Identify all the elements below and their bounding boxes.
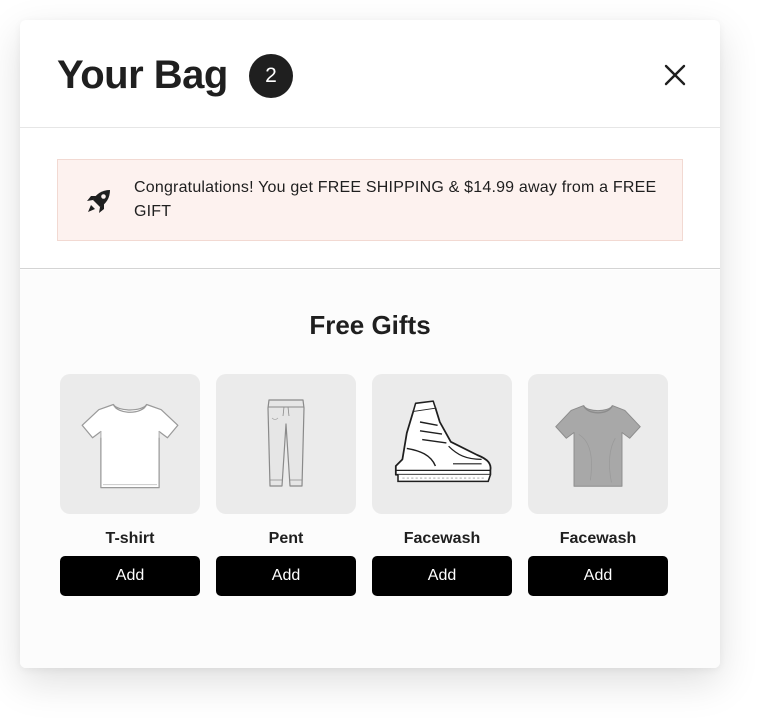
tshirt-icon — [81, 403, 179, 489]
gift-name: T-shirt — [105, 530, 155, 547]
gift-image-pants — [216, 374, 356, 514]
cart-header: Your Bag 2 — [20, 20, 720, 128]
gift-grid: T-shirt Add Pent Add Facewash Add Facewa… — [60, 374, 668, 596]
cart-drawer: Your Bag 2 Congratulations! You get FREE… — [20, 20, 720, 668]
add-gift-button[interactable]: Add — [528, 556, 668, 596]
gift-card: Pent Add — [216, 374, 356, 596]
gift-name: Pent — [268, 530, 304, 547]
gift-name: Facewash — [403, 530, 481, 547]
close-button[interactable] — [660, 60, 690, 90]
free-gifts-title: Free Gifts — [309, 310, 431, 340]
gift-image-sneaker — [372, 374, 512, 514]
banner-message: Congratulations! You get FREE SHIPPING &… — [134, 179, 657, 220]
item-count-badge: 2 — [249, 54, 293, 98]
gift-card: T-shirt Add — [60, 374, 200, 596]
add-gift-button[interactable]: Add — [372, 556, 512, 596]
free-gifts-section: Free Gifts T-shirt Add Pent Add Facewash… — [20, 270, 720, 668]
tshirt-icon — [555, 405, 641, 487]
free-shipping-banner: Congratulations! You get FREE SHIPPING &… — [57, 159, 683, 241]
shipping-progress-section: Congratulations! You get FREE SHIPPING &… — [20, 128, 720, 269]
gift-card: Facewash Add — [372, 374, 512, 596]
close-icon — [664, 64, 686, 86]
gift-name: Facewash — [559, 530, 637, 547]
pants-icon — [267, 399, 305, 487]
cart-title: Your Bag — [57, 53, 228, 97]
gift-image-tshirt — [60, 374, 200, 514]
sneaker-icon — [394, 400, 492, 483]
gift-card: Facewash Add — [528, 374, 668, 596]
add-gift-button[interactable]: Add — [60, 556, 200, 596]
rocket-icon — [87, 190, 110, 213]
gift-image-grey-tshirt — [528, 374, 668, 514]
add-gift-button[interactable]: Add — [216, 556, 356, 596]
